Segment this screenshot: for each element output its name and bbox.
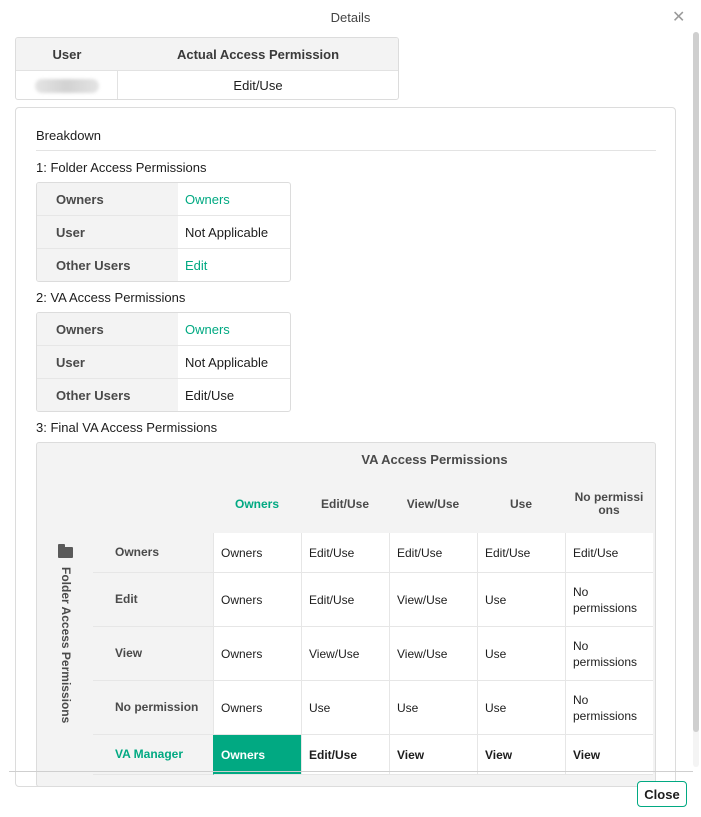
row-label: User: [37, 346, 178, 378]
user-cell: [16, 71, 118, 99]
row-label-owners: Owners: [93, 533, 213, 573]
table-row: Other Users Edit: [37, 249, 290, 281]
matrix-cell: Use: [301, 681, 389, 735]
matrix-cell: No permissions: [565, 627, 653, 681]
matrix-cell: View: [477, 735, 565, 775]
matrix-cell: Edit/Use: [389, 533, 477, 573]
final-permissions-title: 3: Final VA Access Permissions: [36, 420, 218, 435]
matrix-cell: Owners: [213, 573, 301, 627]
matrix-cell: Use: [389, 681, 477, 735]
matrix-cell: Edit/Use: [565, 533, 653, 573]
matrix-cell: Use: [477, 627, 565, 681]
matrix-cell: No permissions: [565, 573, 653, 627]
row-label-edit: Edit: [93, 573, 213, 627]
matrix-cell: Use: [477, 573, 565, 627]
table-row: Owners Owners: [37, 313, 290, 346]
footer-divider: [9, 771, 693, 772]
table-row: User Not Applicable: [37, 346, 290, 379]
row-label-no-permission: No permission: [93, 681, 213, 735]
va-permissions-title: 2: VA Access Permissions: [36, 290, 186, 305]
folder-icon: [58, 544, 73, 558]
row-label-view: View: [93, 627, 213, 681]
matrix-cell: View: [389, 735, 477, 775]
row-value: Not Applicable: [185, 224, 269, 240]
folder-permissions-side-header: Folder Access Permissions: [37, 533, 93, 786]
va-permissions-table: Owners Owners User Not Applicable Other …: [36, 312, 291, 412]
matrix-cell: No permissions: [565, 681, 653, 735]
matrix-cell: Edit/Use: [477, 533, 565, 573]
folder-permissions-title: 1: Folder Access Permissions: [36, 160, 207, 175]
matrix-cell: Edit/Use: [301, 735, 389, 775]
scrollbar-thumb[interactable]: [693, 32, 699, 732]
summary-header-row: User Actual Access Permission: [16, 38, 398, 71]
table-row: User Not Applicable: [37, 216, 290, 249]
dialog-title: Details: [330, 10, 371, 25]
row-label: Other Users: [37, 249, 178, 281]
row-value: Edit: [185, 258, 208, 273]
row-label: Owners: [37, 313, 178, 345]
column-header-owners: Owners: [234, 496, 279, 511]
row-label: Other Users: [37, 379, 178, 411]
close-icon[interactable]: ✕: [672, 9, 685, 27]
folder-permissions-table: Owners Owners User Not Applicable Other …: [36, 182, 291, 282]
row-value: Not Applicable: [185, 354, 269, 370]
matrix-cell-highlighted: Owners: [213, 735, 301, 775]
user-column-header: User: [52, 46, 82, 62]
column-header-edit-use: Edit/Use: [320, 496, 369, 511]
row-label: Owners: [37, 183, 178, 215]
close-button[interactable]: Close: [637, 781, 687, 807]
breakdown-divider: [36, 150, 656, 151]
row-label-va-manager: VA Manager: [93, 735, 213, 775]
column-header-use: Use: [509, 496, 532, 511]
blurred-user-name: [34, 78, 99, 93]
row-value: Owners: [185, 191, 230, 207]
breakdown-title: Breakdown: [36, 128, 102, 143]
matrix-cell: Use: [477, 681, 565, 735]
row-value: Owners: [185, 321, 230, 337]
matrix-cell: Edit/Use: [301, 533, 389, 573]
summary-row: Edit/Use: [16, 71, 398, 99]
matrix-cell: Edit/Use: [301, 573, 389, 627]
matrix-cell: View/Use: [389, 573, 477, 627]
va-permissions-group-header: VA Access Permissions: [361, 451, 508, 467]
matrix-cell: Owners: [213, 533, 301, 573]
actual-permission-cell: Edit/Use: [233, 78, 283, 93]
matrix-cell: View/Use: [301, 627, 389, 681]
column-header-view-use: View/Use: [406, 496, 460, 511]
matrix-cell: View/Use: [389, 627, 477, 681]
row-label: User: [37, 216, 178, 248]
final-permissions-matrix: VA Access Permissions Owners Edit/Use Vi…: [36, 442, 656, 786]
column-header-no-permissions: No permissions: [574, 490, 644, 517]
matrix-cell: Owners: [213, 681, 301, 735]
table-row: Owners Owners: [37, 183, 290, 216]
side-header-label: Folder Access Permissions: [59, 567, 73, 724]
matrix-cell: Owners: [213, 627, 301, 681]
table-row: Other Users Edit/Use: [37, 379, 290, 411]
row-value: Edit/Use: [185, 388, 235, 403]
breakdown-panel: Breakdown 1: Folder Access Permissions O…: [15, 107, 676, 787]
actual-permission-column-header: Actual Access Permission: [176, 46, 340, 62]
summary-table: User Actual Access Permission Edit/Use: [15, 37, 399, 100]
scrollbar[interactable]: [693, 32, 699, 767]
matrix-cell: View: [565, 735, 653, 775]
